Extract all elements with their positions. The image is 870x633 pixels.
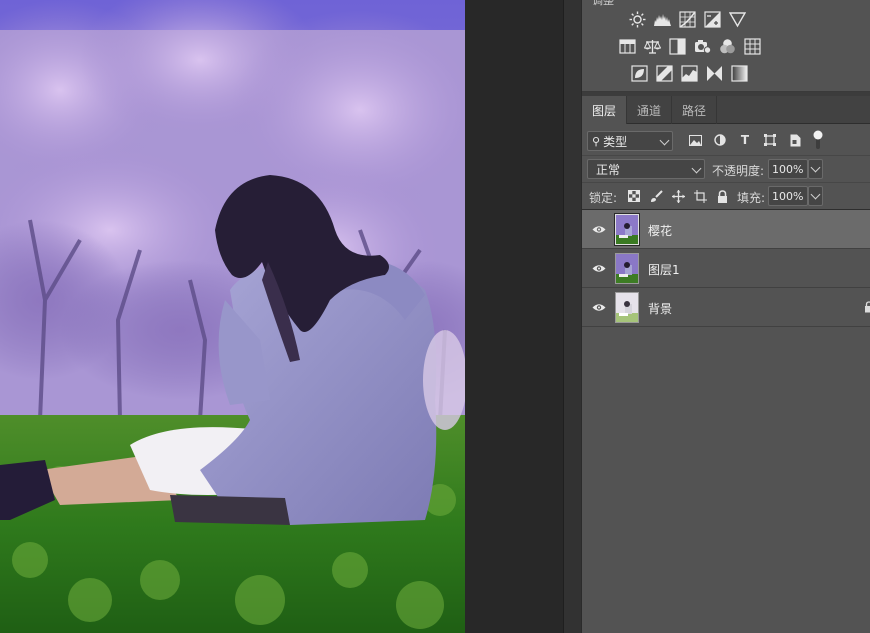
opacity-label: 不透明度:	[712, 164, 765, 178]
search-icon: ⚲	[592, 134, 601, 148]
lock-icon	[864, 301, 870, 313]
layer-name: 樱花	[648, 224, 673, 238]
layers-panel-tabs: 图层 通道 路径	[582, 96, 870, 124]
posterize-icon[interactable]	[655, 64, 674, 83]
black-white-icon[interactable]	[668, 37, 687, 56]
levels-icon[interactable]	[653, 10, 672, 29]
layer-filter-row: ⚲ 类型 T	[582, 125, 870, 156]
adjustments-title: 调整	[592, 0, 614, 7]
document-canvas[interactable]	[0, 0, 465, 633]
eye-icon[interactable]	[591, 222, 606, 237]
blend-mode-value: 正常	[596, 162, 621, 177]
hue-saturation-icon[interactable]	[618, 37, 637, 56]
fill-slider-button[interactable]	[808, 186, 823, 206]
panel-dock-edge	[563, 0, 581, 633]
chevron-down-icon	[691, 163, 702, 174]
lock-position-icon[interactable]	[670, 188, 686, 204]
tab-layers[interactable]: 图层	[582, 96, 628, 124]
brightness-contrast-icon[interactable]	[628, 10, 647, 29]
layer-name: 背景	[648, 302, 673, 316]
color-lookup-icon[interactable]	[743, 37, 762, 56]
invert-icon[interactable]	[630, 64, 649, 83]
layer-name: 图层1	[648, 263, 680, 277]
pasteboard	[465, 0, 563, 633]
tab-channels[interactable]: 通道	[627, 96, 673, 124]
fill-input[interactable]: 100%	[768, 186, 808, 206]
layer-row-layer1[interactable]: 图层1	[582, 249, 870, 288]
lock-artboard-icon[interactable]	[692, 188, 708, 204]
exposure-icon[interactable]	[703, 10, 722, 29]
eye-icon[interactable]	[591, 261, 606, 276]
lock-image-icon[interactable]	[648, 188, 664, 204]
filter-toggle-switch[interactable]	[813, 130, 823, 150]
lock-label: 锁定:	[589, 191, 618, 205]
channel-mixer-icon[interactable]	[718, 37, 737, 56]
selective-color-icon[interactable]	[705, 64, 724, 83]
blend-mode-select[interactable]: 正常	[587, 159, 705, 179]
color-balance-icon[interactable]	[643, 37, 662, 56]
layer-kind-value: 类型	[603, 134, 628, 149]
blend-mode-row: 正常 不透明度: 100%	[582, 156, 870, 183]
shape-filter-icon[interactable]	[761, 131, 779, 149]
adjustment-filter-icon[interactable]	[711, 131, 729, 149]
type-filter-icon[interactable]: T	[736, 131, 754, 149]
layer-kind-select[interactable]: ⚲ 类型	[587, 131, 673, 151]
image-filter-icon[interactable]	[686, 131, 704, 149]
vibrance-icon[interactable]	[728, 10, 747, 29]
curves-icon[interactable]	[678, 10, 697, 29]
tab-paths[interactable]: 路径	[672, 96, 718, 124]
lock-all-icon[interactable]	[714, 188, 730, 204]
photo-cherry-blossom-girl	[0, 0, 465, 633]
gradient-map-icon[interactable]	[730, 64, 749, 83]
panels-column: 调整 图层 通道 路径 ⚲ 类型 T 正常 不透明度: 100% 锁定: 填充:…	[581, 0, 870, 633]
layer-row-background[interactable]: 背景	[582, 288, 870, 327]
photoshop-workspace: 调整 图层 通道 路径 ⚲ 类型 T 正常 不透明度: 100% 锁定: 填充:…	[0, 0, 870, 633]
layers-list: 樱花 图层1 背景	[582, 210, 870, 327]
opacity-slider-button[interactable]	[808, 159, 823, 179]
adjustments-panel: 调整	[582, 0, 870, 92]
lock-row: 锁定: 填充: 100%	[582, 183, 870, 210]
eye-icon[interactable]	[591, 300, 606, 315]
lock-transparent-icon[interactable]	[626, 188, 642, 204]
photo-filter-icon[interactable]	[693, 37, 712, 56]
layer-row-sakura[interactable]: 樱花	[582, 210, 870, 249]
layer-thumbnail	[614, 213, 640, 246]
layers-panel-empty-area	[582, 327, 870, 633]
opacity-input[interactable]: 100%	[768, 159, 808, 179]
smart-object-filter-icon[interactable]	[786, 131, 804, 149]
layer-thumbnail	[615, 253, 639, 284]
layer-thumbnail	[615, 292, 639, 323]
threshold-icon[interactable]	[680, 64, 699, 83]
fill-label: 填充:	[737, 191, 766, 205]
chevron-down-icon	[659, 135, 670, 146]
